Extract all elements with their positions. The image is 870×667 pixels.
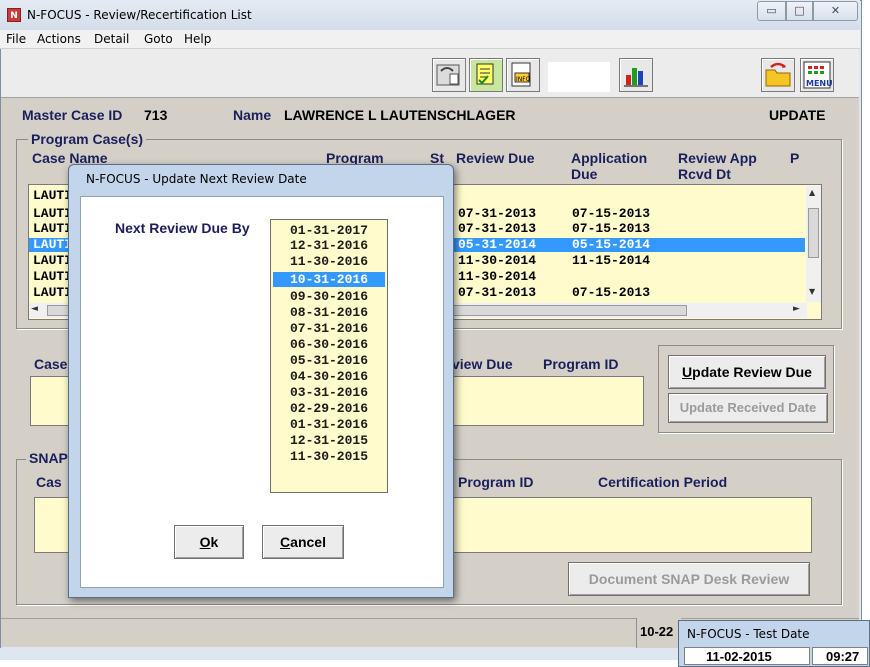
list-item[interactable]: 11-30-2016 xyxy=(273,254,385,269)
checklist-icon[interactable] xyxy=(469,58,503,92)
col-program-id: Program ID xyxy=(543,356,619,372)
program-cases-label: Program Case(s) xyxy=(28,131,147,147)
snap-col-certification: Certification Period xyxy=(598,474,728,490)
application-due-cell: 11-15-2014 xyxy=(572,253,651,268)
test-date-title: N-FOCUS - Test Date xyxy=(687,627,810,641)
col-p: P xyxy=(790,150,800,166)
list-item-selected[interactable]: 10-31-2016 xyxy=(273,272,385,287)
case-name-cell: LAUTI xyxy=(33,188,73,203)
case-name-cell: LAUTI xyxy=(33,269,73,284)
ok-button[interactable]: Ok xyxy=(174,525,244,559)
refresh-folder-icon[interactable] xyxy=(761,58,795,92)
cancel-accel: C xyxy=(280,534,291,550)
snap-group-label: SNAP xyxy=(26,450,71,466)
test-date-value: 11-02-2015 xyxy=(706,649,772,664)
ok-accel: O xyxy=(199,534,211,550)
case-name-cell: LAUTI xyxy=(33,253,73,268)
list-item[interactable]: 03-31-2016 xyxy=(273,385,385,400)
bar-chart-icon[interactable] xyxy=(619,58,653,92)
review-due-cell: 11-30-2014 xyxy=(458,269,537,284)
review-due-cell: 07-31-2013 xyxy=(458,221,537,236)
list-item[interactable]: 08-31-2016 xyxy=(273,305,385,320)
list-item[interactable]: 12-31-2015 xyxy=(273,433,385,448)
scroll-thumb[interactable] xyxy=(808,208,819,258)
case-name-cell: LAUTI xyxy=(33,221,73,236)
review-due-cell: 11-30-2014 xyxy=(458,253,537,268)
list-item[interactable]: 06-30-2016 xyxy=(273,337,385,352)
col-review-due: Review Due xyxy=(456,150,535,166)
case-name-cell: LAUTI xyxy=(33,206,73,221)
close-button[interactable]: ✕ xyxy=(813,1,858,21)
application-due-cell: 07-15-2013 xyxy=(572,221,651,236)
review-due-cell: 05-31-2014 xyxy=(458,237,537,252)
menu-file[interactable]: File xyxy=(6,32,26,46)
next-review-due-label: Next Review Due By xyxy=(115,220,250,236)
list-item[interactable]: 11-30-2015 xyxy=(273,449,385,464)
menu-help[interactable]: Help xyxy=(184,32,211,46)
list-item[interactable]: 05-31-2016 xyxy=(273,353,385,368)
new-info-icon[interactable]: INFO xyxy=(506,58,540,92)
window-title: N-FOCUS - Review/Recertification List xyxy=(27,8,252,22)
col-review-app-2: Rcvd Dt xyxy=(678,166,731,182)
dialog-title: N-FOCUS - Update Next Review Date xyxy=(86,172,307,186)
snap-col-case: Cas xyxy=(36,474,62,490)
name-label: Name xyxy=(233,107,272,123)
list-item[interactable]: 07-31-2016 xyxy=(273,321,385,336)
list-item[interactable]: 04-30-2016 xyxy=(273,369,385,384)
master-case-label: Master Case ID xyxy=(22,107,123,123)
update-review-due-label: pdate Review Due xyxy=(692,364,812,380)
menu-actions[interactable]: Actions xyxy=(37,32,81,46)
col-application-due-2: Due xyxy=(571,166,598,182)
cancel-button[interactable]: Cancel xyxy=(262,525,344,559)
master-case-id: 713 xyxy=(144,107,168,123)
client-name: LAWRENCE L LAUTENSCHLAGER xyxy=(284,107,516,123)
scroll-down-arrow-icon[interactable]: ▼ xyxy=(809,287,815,296)
scroll-left-arrow-icon[interactable]: ◄ xyxy=(31,304,38,314)
toolbar xyxy=(1,49,859,98)
phone-notes-icon[interactable] xyxy=(432,58,466,92)
list-item[interactable]: 12-31-2016 xyxy=(273,238,385,253)
test-time-value: 09:27 xyxy=(826,649,860,664)
minimize-button[interactable]: ▭ xyxy=(757,1,786,21)
application-due-cell: 05-15-2014 xyxy=(572,237,651,252)
list-item[interactable]: 01-31-2017 xyxy=(273,223,385,238)
review-due-cell: 07-31-2013 xyxy=(458,285,537,300)
review-date-list[interactable]: 01-31-2017 12-31-2016 11-30-2016 10-31-2… xyxy=(270,219,388,493)
cancel-label: ancel xyxy=(290,534,326,550)
app-icon: N xyxy=(7,8,21,22)
list-vertical-scrollbar[interactable]: ▲ ▼ xyxy=(806,186,821,302)
application-due-cell: 07-15-2013 xyxy=(572,206,651,221)
list-item[interactable]: 01-31-2016 xyxy=(273,417,385,432)
update-review-due-button[interactable]: Update Review Due xyxy=(668,355,826,389)
col-application-due-1: Application xyxy=(571,150,648,166)
col-review-due-2: view Due xyxy=(452,356,513,372)
application-due-cell: 07-15-2013 xyxy=(572,285,651,300)
update-review-due-accel: U xyxy=(682,364,693,380)
case-name-cell: LAUTI xyxy=(33,285,73,300)
toolbar-blank-field xyxy=(548,62,610,92)
maximize-button[interactable]: □ xyxy=(786,1,813,21)
menu-detail[interactable]: Detail xyxy=(94,32,129,46)
mode-indicator: UPDATE xyxy=(769,107,826,123)
case-name-cell: LAUTI xyxy=(33,237,73,252)
status-date: 10-22 xyxy=(640,624,674,639)
svg-text:INFO: INFO xyxy=(516,76,531,83)
update-received-date-button[interactable]: Update Received Date xyxy=(668,393,828,423)
scroll-up-arrow-icon[interactable]: ▲ xyxy=(809,188,815,197)
list-item[interactable]: 02-29-2016 xyxy=(273,401,385,416)
menu-icon[interactable]: MENU xyxy=(800,58,834,92)
review-due-cell: 07-31-2013 xyxy=(458,206,537,221)
menu-icon-label: MENU xyxy=(806,79,833,88)
snap-col-program-id: Program ID xyxy=(458,474,534,490)
list-item[interactable]: 09-30-2016 xyxy=(273,289,385,304)
menu-goto[interactable]: Goto xyxy=(144,32,173,46)
document-snap-desk-review-button[interactable]: Document SNAP Desk Review xyxy=(568,562,810,596)
col-case: Case xyxy=(34,356,68,372)
scroll-right-arrow-icon[interactable]: ► xyxy=(793,304,800,314)
col-review-app-1: Review App xyxy=(678,150,757,166)
ok-label: k xyxy=(210,534,219,550)
